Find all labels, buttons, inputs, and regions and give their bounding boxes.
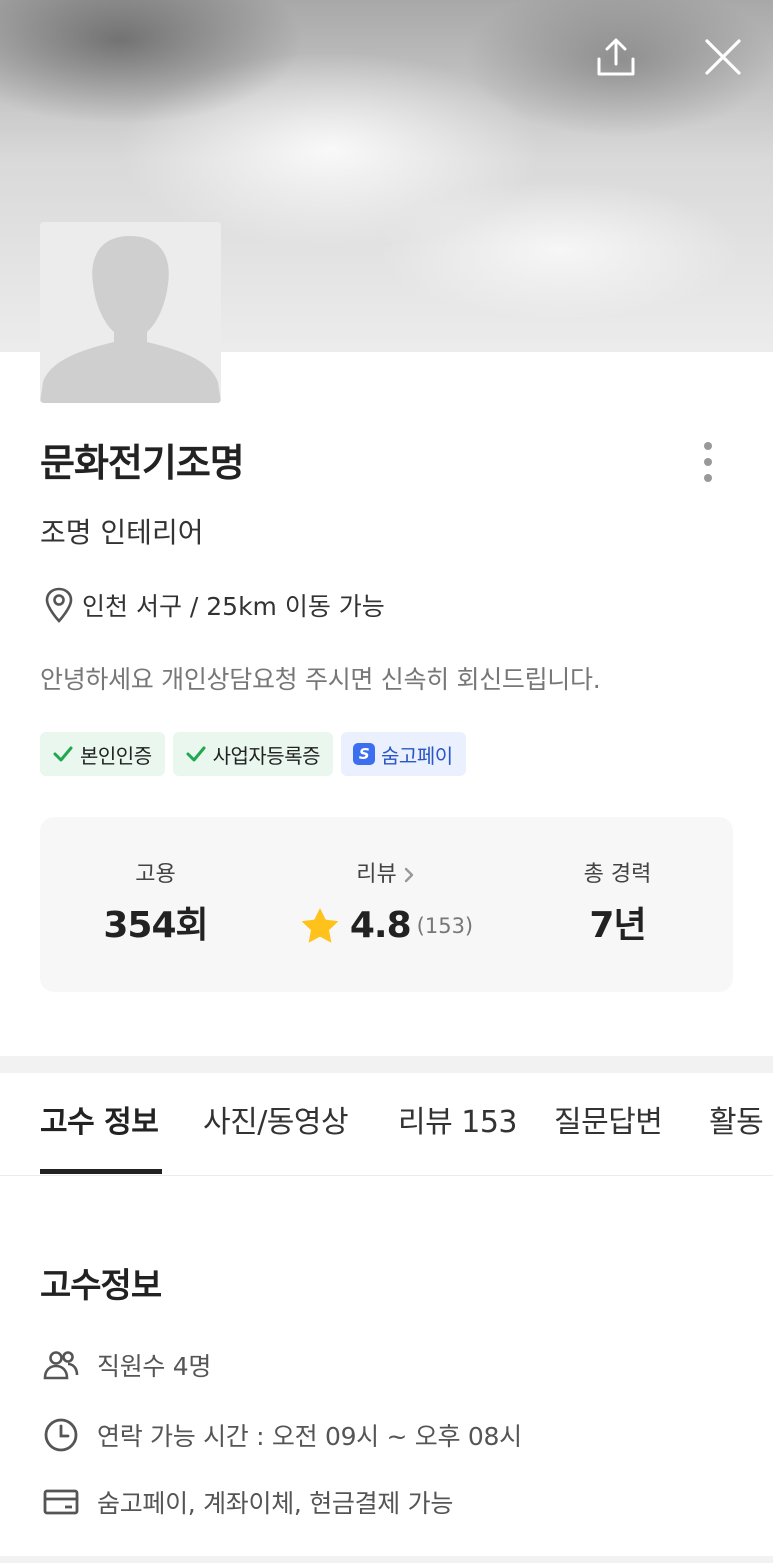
section-divider [0, 1056, 773, 1073]
badge-business-registration: 사업자등록증 [172, 732, 334, 776]
card-icon [43, 1489, 79, 1515]
check-icon [53, 746, 73, 762]
share-button[interactable] [593, 34, 639, 80]
share-icon [597, 38, 635, 76]
tab-activity[interactable]: 활동 [709, 1103, 764, 1143]
profile-tabs: 고수 정보 사진/동영상 리뷰 153 질문답변 활동 [0, 1073, 773, 1176]
info-row-text: 직원수 4명 [97, 1352, 212, 1381]
stat-review-rating: 4.8 [349, 905, 412, 946]
close-icon [705, 39, 741, 75]
stats-panel: 고용 354회 리뷰 4.8 (153) 총 경력 7년 [40, 817, 733, 992]
stat-hire-label: 고용 [135, 862, 176, 887]
soomgo-pay-logo: S [353, 743, 376, 765]
verification-badges: 본인인증 사업자등록증 S 숨고페이 [40, 732, 466, 776]
info-row-payment: 숨고페이, 계좌이체, 현금결제 가능 [43, 1482, 453, 1522]
stat-review-value: 4.8 (153) [271, 903, 502, 949]
more-options-button[interactable] [694, 440, 722, 484]
badge-label: 숨고페이 [381, 743, 453, 768]
default-avatar-icon [40, 222, 221, 403]
badge-label: 본인인증 [80, 743, 152, 768]
tab-reviews[interactable]: 리뷰 153 [398, 1103, 518, 1143]
info-row-contact-hours: 연락 가능 시간 : 오전 09시 ~ 오후 08시 [43, 1415, 522, 1455]
avatar [40, 222, 221, 403]
location: 인천 서구 / 25km 이동 가능 [44, 585, 385, 625]
star-icon [301, 908, 339, 943]
stat-career-value: 7년 [589, 905, 646, 946]
badge-label: 사업자등록증 [212, 743, 321, 768]
intro-text: 안녕하세요 개인상담요청 주시면 신속히 회신드립니다. [40, 665, 601, 694]
stat-hire-value: 354회 [103, 905, 208, 946]
tab-expert-info[interactable]: 고수 정보 [40, 1103, 159, 1143]
people-icon [43, 1351, 79, 1380]
location-pin-icon [45, 587, 73, 623]
expert-name: 문화전기조명 [40, 441, 245, 485]
badge-soomgo-pay: S 숨고페이 [341, 732, 466, 776]
badge-identity-verified: 본인인증 [40, 732, 165, 776]
more-vertical-icon [704, 442, 712, 482]
stat-review-label-row: 리뷰 [271, 860, 502, 890]
service-category: 조명 인테리어 [40, 516, 204, 549]
tab-photos-videos[interactable]: 사진/동영상 [203, 1103, 349, 1143]
expert-info-title: 고수정보 [40, 1266, 162, 1306]
info-row-text: 숨고페이, 계좌이체, 현금결제 가능 [97, 1489, 454, 1518]
stat-review-count: (153) [416, 914, 474, 938]
location-text: 인천 서구 / 25km 이동 가능 [82, 592, 385, 621]
info-row-employees: 직원수 4명 [43, 1345, 211, 1385]
stat-review-label: 리뷰 [356, 862, 397, 887]
tab-qna[interactable]: 질문답변 [554, 1103, 663, 1143]
bottom-divider [0, 1556, 773, 1563]
stat-career-label: 총 경력 [583, 862, 652, 887]
close-button[interactable] [700, 34, 746, 80]
clock-icon [44, 1418, 78, 1452]
info-row-text: 연락 가능 시간 : 오전 09시 ~ 오후 08시 [97, 1422, 522, 1451]
chevron-right-icon [404, 867, 413, 883]
check-icon [186, 746, 206, 762]
active-tab-indicator [40, 1169, 162, 1174]
